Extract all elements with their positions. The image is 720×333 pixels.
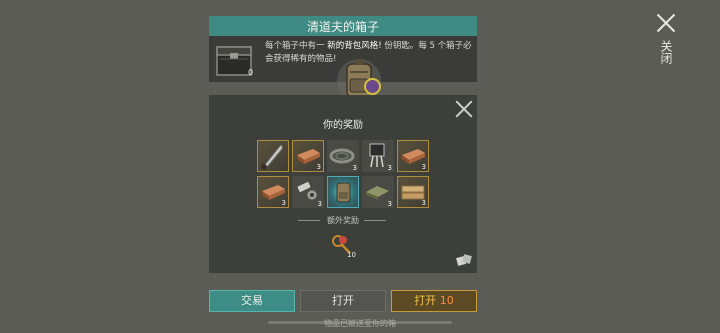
reward-slot[interactable]: 3	[397, 140, 429, 172]
crate-count: 0	[248, 68, 254, 77]
item-qty: 3	[421, 163, 426, 171]
page-title: 清道夫的箱子	[306, 20, 379, 34]
desc-part1: 每个箱子中有一	[265, 41, 325, 51]
open-10-button[interactable]: 打开 10	[391, 290, 477, 312]
reward-slot[interactable]: 3	[292, 140, 324, 172]
footer-note: 物品已被送至你的箱	[324, 319, 396, 328]
reward-title: 你的奖励	[323, 120, 363, 131]
open-button[interactable]: 打开	[300, 290, 386, 312]
item-qty: 3	[352, 164, 357, 172]
close-label[interactable]: 关闭	[656, 40, 673, 64]
divider-right	[364, 220, 386, 221]
reward-slot[interactable]: 3	[362, 176, 394, 208]
reward-slot[interactable]: 3	[362, 140, 394, 172]
machete-icon	[260, 144, 283, 171]
item-qty: 3	[316, 163, 321, 171]
style-badge-icon	[364, 78, 381, 95]
open-10-label: 打开	[414, 294, 437, 307]
open-10-count: 10	[439, 294, 454, 307]
close-icon[interactable]	[655, 12, 677, 34]
backpack-icon	[336, 182, 351, 203]
item-qty: 3	[317, 200, 322, 208]
dice-icon[interactable]	[456, 252, 472, 268]
header-bar: 清道夫的箱子	[209, 16, 477, 36]
reward-slot[interactable]	[327, 176, 359, 208]
item-qty: 3	[421, 199, 426, 207]
reward-slot[interactable]: 3	[327, 140, 359, 172]
reward-slot[interactable]	[257, 140, 289, 172]
item-qty: 3	[281, 199, 286, 207]
trade-button[interactable]: 交易	[209, 290, 295, 312]
desc-highlight: 新的背包风格!	[327, 41, 382, 51]
item-qty: 3	[387, 200, 392, 208]
extra-item-qty: 10	[347, 251, 356, 259]
reward-slot[interactable]: 3	[257, 176, 289, 208]
reward-slot[interactable]: 3	[397, 176, 429, 208]
reward-slot[interactable]: 3	[292, 176, 324, 208]
item-qty: 3	[387, 164, 392, 172]
extra-reward-label: 额外奖励	[327, 216, 359, 225]
